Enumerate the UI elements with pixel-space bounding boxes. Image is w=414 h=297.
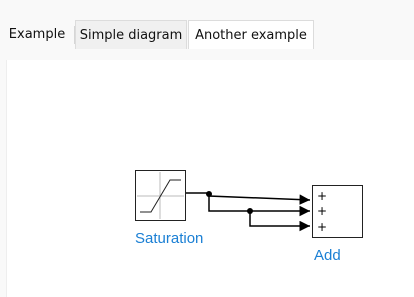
branch-point xyxy=(247,208,253,214)
signal-lines[interactable] xyxy=(186,191,311,232)
saturation-label: Saturation xyxy=(135,230,204,247)
add-label: Add xyxy=(314,247,341,264)
diagram-drawing: + + + xyxy=(135,170,363,238)
add-input-sign: + xyxy=(317,220,327,234)
add-input-sign: + xyxy=(317,189,327,203)
saturation-block[interactable] xyxy=(135,170,186,221)
branch-point xyxy=(206,191,212,197)
add-input-sign: + xyxy=(317,204,327,218)
add-block[interactable]: + + + xyxy=(312,185,363,238)
